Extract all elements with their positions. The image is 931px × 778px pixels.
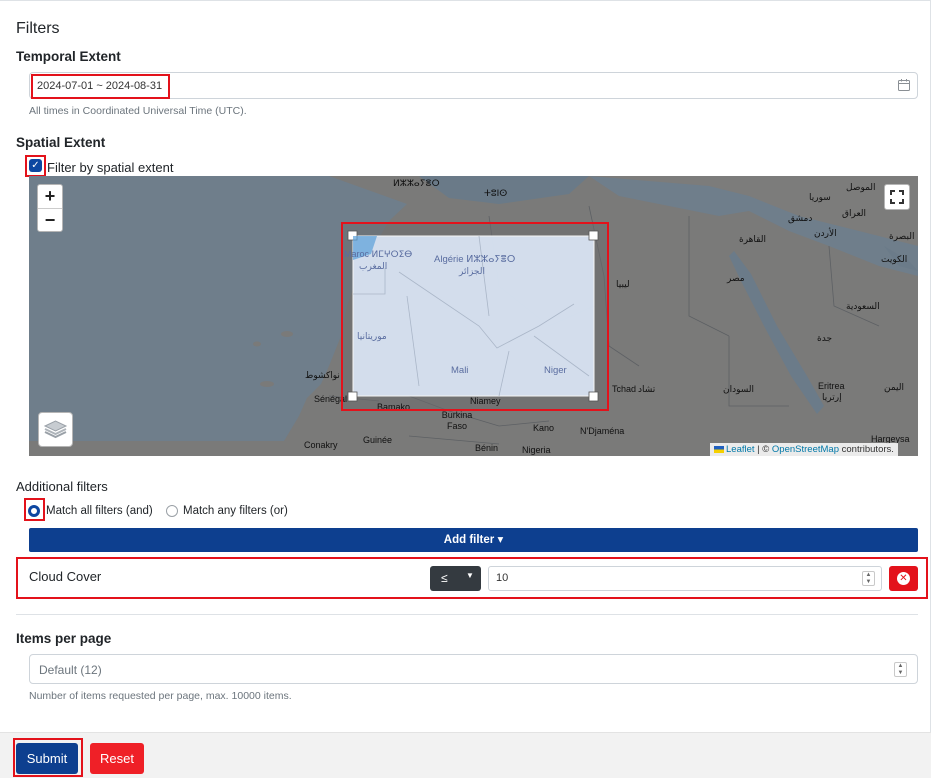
map-label-libya: ليبيا: [616, 279, 630, 289]
chevron-down-icon: ▼: [466, 571, 474, 580]
map-label-guinea: Guinée: [363, 435, 393, 445]
map-label-mali: Mali: [451, 365, 469, 376]
layers-button[interactable]: [38, 412, 73, 447]
map-label-yemen: اليمن: [884, 382, 905, 392]
layers-icon: [43, 420, 68, 439]
map-label-niamey: Niamey: [470, 396, 501, 406]
map-label-nouakchott: نواكشوط: [305, 370, 340, 380]
fullscreen-button[interactable]: [884, 184, 910, 210]
utc-help-text: All times in Coordinated Universal Time …: [29, 105, 247, 117]
cloud-cover-label: Cloud Cover: [29, 569, 102, 584]
map-label-morocco: Maroc ⵍⵎⵖⵔⵉⴱ: [344, 249, 413, 259]
map-label-saudi: السعودية: [846, 301, 880, 311]
zoom-in-button[interactable]: +: [38, 185, 62, 208]
zoom-out-button[interactable]: −: [38, 209, 62, 232]
map-label-niger: Niger: [544, 365, 567, 376]
items-per-page-placeholder: Default (12): [39, 663, 102, 677]
map-label-conakry: Conakry: [304, 440, 338, 450]
osm-link[interactable]: OpenStreetMap: [772, 444, 839, 455]
map-label-jeddah: جدة: [817, 333, 833, 343]
leaflet-link[interactable]: Leaflet: [726, 444, 755, 455]
match-all-radio[interactable]: [28, 505, 40, 517]
match-any-label: Match any filters (or): [183, 505, 288, 517]
spatial-filter-checkbox[interactable]: ✓: [29, 159, 42, 172]
map-label-chad: Tchad: [612, 384, 637, 394]
date-range-value: 2024-07-01 ~ 2024-08-31: [37, 80, 163, 92]
map-label-sudan: السودان: [723, 384, 755, 394]
map-label-kuwait: الكويت: [881, 254, 908, 264]
map-label-eritrea-ar: إرتريا: [822, 392, 842, 402]
map-label-tunis: ⵜⵓⵏⵙ: [484, 188, 508, 198]
items-per-page-input[interactable]: Default (12) ▲ ▼: [29, 654, 918, 684]
flag-icon: [714, 445, 724, 453]
filters-heading: Filters: [16, 20, 60, 37]
number-spinner[interactable]: ▲ ▼: [862, 571, 875, 586]
match-any-radio[interactable]: [166, 505, 178, 517]
map-label-morocco-ar: المغرب: [359, 261, 388, 271]
map-label-benin: Bénin: [475, 443, 499, 453]
map-label-egypt: مصر: [727, 273, 745, 283]
add-filter-button[interactable]: Add filter ▾: [29, 528, 918, 552]
map-label-cairo: القاهرة: [739, 234, 766, 244]
map-label-iraq: العراق: [842, 208, 867, 218]
zoom-control: + −: [37, 184, 63, 232]
fullscreen-icon: [890, 190, 904, 204]
items-per-page-heading: Items per page: [16, 631, 112, 646]
map-label-algeria-ar: الجزائر: [459, 266, 485, 276]
map-label-algiers: ⵍⵣⵣⴰⵢⴻⵔ: [393, 178, 440, 188]
cloud-cover-value: 10: [496, 572, 509, 584]
map-label-algeria: Algérie ⵍⵣⵣⴰⵢⴻⵔ: [434, 254, 516, 265]
spatial-extent-heading: Spatial Extent: [16, 135, 106, 150]
map-label-mauritania: موريتانيا: [357, 331, 387, 341]
map-label-nigeria: Nigeria: [522, 445, 551, 455]
submit-button[interactable]: Submit: [16, 743, 78, 774]
items-spinner[interactable]: ▲ ▼: [894, 662, 907, 677]
map-label-eritrea: Eritrea: [818, 381, 845, 391]
spatial-filter-label: Filter by spatial extent: [47, 160, 174, 175]
map-label-kano: Kano: [533, 423, 555, 433]
items-per-page-help: Number of items requested per page, max.…: [29, 690, 292, 702]
map-label-mosul: الموصل: [846, 182, 876, 192]
reset-button[interactable]: Reset: [90, 743, 144, 774]
map-label-ndjamena: N'Djaména: [580, 426, 625, 436]
attribution-suffix: contributors.: [839, 444, 894, 455]
cloud-cover-input[interactable]: 10 ▲ ▼: [488, 566, 882, 591]
map-attribution: Leaflet | © OpenStreetMap contributors.: [710, 443, 898, 456]
map-label-damascus: دمشق: [788, 213, 813, 223]
temporal-extent-heading: Temporal Extent: [16, 49, 121, 64]
map-label-jordan: الأردن: [814, 228, 837, 238]
additional-filters-heading: Additional filters: [16, 479, 108, 494]
match-all-label: Match all filters (and): [46, 505, 153, 517]
map-label-chad-ar: تشاد: [638, 384, 656, 394]
map-label-bamako: Bamako: [377, 402, 411, 412]
calendar-icon[interactable]: [897, 78, 911, 92]
operator-dropdown[interactable]: ≤ ▼: [430, 566, 481, 591]
date-range-input[interactable]: [29, 72, 918, 99]
operator-value: ≤: [441, 571, 448, 585]
map-label-syria: سوريا: [809, 192, 831, 202]
attribution-separator: | ©: [754, 444, 772, 455]
map-label-burkina: Burkina Faso: [441, 410, 473, 431]
map-label-senegal: Sénégal: [314, 394, 348, 404]
map-label-basra: البصرة: [889, 231, 915, 241]
top-divider: [0, 0, 931, 1]
remove-filter-button[interactable]: ✕: [889, 566, 918, 591]
section-divider: [16, 614, 918, 615]
close-icon: ✕: [897, 572, 910, 585]
map-view[interactable]: Maroc ⵍⵎⵖⵔⵉⴱ المغرب Algérie ⵍⵣⵣⴰⵢⴻⵔ الجز…: [29, 176, 918, 456]
